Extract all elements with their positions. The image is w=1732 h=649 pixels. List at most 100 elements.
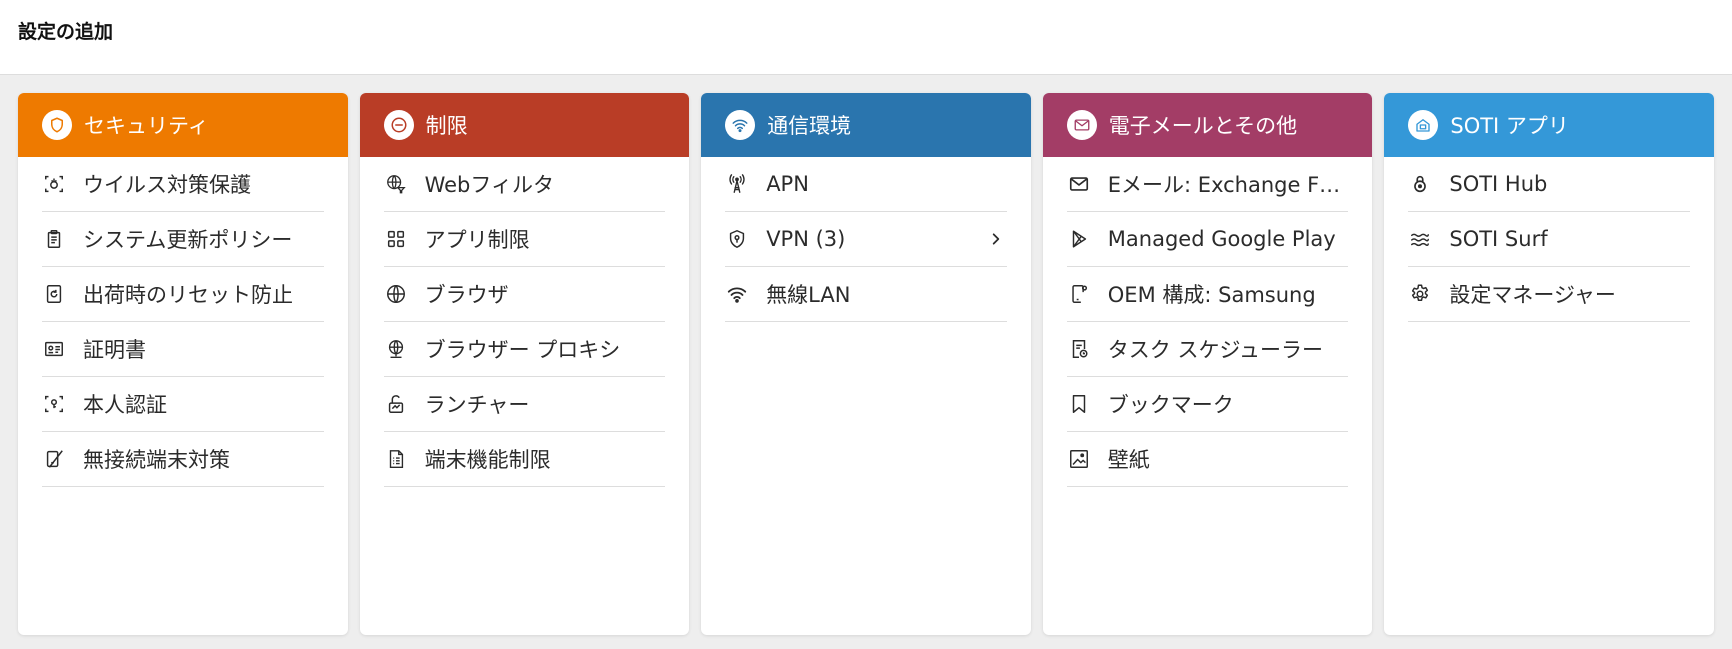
settings-item[interactable]: タスク スケジューラー (1066, 322, 1349, 377)
globe-icon (384, 282, 408, 306)
category-title: セキュリティ (84, 114, 209, 138)
settings-item-label: ブラウザー プロキシ (424, 338, 621, 362)
settings-item[interactable]: SOTI Surf (1408, 212, 1690, 267)
launcher-icon (384, 392, 408, 416)
bookmark-icon (1067, 392, 1091, 416)
category-header: 制限 (359, 93, 690, 157)
settings-list: SOTI Hub SOTI Surf 設定マネージャー (1384, 157, 1714, 322)
settings-list: APN VPN (3) 無線LAN (701, 157, 1031, 322)
minus-circle-icon (383, 110, 414, 140)
settings-item-label: VPN (3) (766, 227, 846, 251)
settings-item-label: OEM 構成: Samsung (1107, 283, 1316, 307)
settings-item[interactable]: 設定マネージャー (1408, 267, 1690, 322)
settings-item-label: システム更新ポリシー (83, 228, 293, 252)
settings-item[interactable]: ブラウザ (383, 267, 666, 322)
settings-item[interactable]: SOTI Hub (1408, 157, 1690, 212)
app-grid-icon (384, 227, 408, 251)
settings-item[interactable]: Managed Google Play (1066, 212, 1349, 267)
settings-item-label: ブックマーク (1107, 393, 1234, 417)
soti-hub-icon (1408, 172, 1432, 196)
category-title: SOTI アプリ (1450, 114, 1569, 138)
settings-item[interactable]: 無接続端末対策 (42, 432, 324, 487)
settings-item[interactable]: アプリ制限 (383, 212, 666, 267)
soti-app-icon (1408, 110, 1439, 140)
virus-scan-icon (42, 172, 66, 196)
settings-item-label: Webフィルタ (424, 173, 554, 197)
soti-surf-icon (1408, 227, 1432, 251)
settings-item[interactable]: APN (725, 157, 1007, 212)
settings-item-label: SOTI Surf (1449, 227, 1548, 251)
settings-item-label: ランチャー (424, 393, 530, 417)
antenna-icon (725, 172, 749, 196)
settings-item-label: 出荷時のリセット防止 (83, 283, 293, 307)
settings-item-label: 証明書 (83, 338, 146, 362)
category-title: 通信環境 (767, 114, 852, 138)
page-header: 設定の追加 (0, 0, 1732, 75)
settings-item[interactable]: VPN (3) (725, 212, 1007, 267)
settings-item[interactable]: ランチャー (383, 377, 666, 432)
settings-list: Webフィルタ アプリ制限ブラウザブラウザー プロキシ ランチャー端末機能制限 (360, 157, 690, 487)
category-title: 制限 (425, 114, 468, 138)
settings-item-label: SOTI Hub (1449, 172, 1548, 196)
settings-item[interactable]: 出荷時のリセット防止 (42, 267, 324, 322)
settings-item[interactable]: 壁紙 (1066, 432, 1349, 487)
category-card: SOTI アプリ SOTI Hub SOTI Surf 設定マネージャー (1384, 93, 1714, 635)
settings-item[interactable]: ブラウザー プロキシ (383, 322, 666, 377)
vpn-shield-icon (725, 227, 749, 251)
settings-item-label: 無接続端末対策 (83, 448, 230, 472)
settings-item[interactable]: ブックマーク (1066, 377, 1349, 432)
settings-item[interactable]: 端末機能制限 (383, 432, 666, 487)
mail-icon (1066, 110, 1097, 140)
clipboard-icon (42, 227, 66, 251)
category-header: 通信環境 (701, 93, 1031, 157)
settings-item-label: APN (766, 172, 809, 196)
category-title: 電子メールとその他 (1108, 114, 1298, 138)
settings-item[interactable]: 無線LAN (725, 267, 1007, 322)
category-card: セキュリティウイルス対策保護システム更新ポリシー 出荷時のリセット防止 証明書本人認… (18, 93, 348, 635)
settings-item[interactable]: OEM 構成: Samsung (1066, 267, 1349, 322)
wifi-icon (725, 282, 749, 306)
settings-item[interactable]: ウイルス対策保護 (42, 157, 324, 212)
category-header: セキュリティ (18, 93, 348, 157)
settings-item[interactable]: システム更新ポリシー (42, 212, 324, 267)
oem-device-icon (1067, 282, 1091, 306)
mail-icon (1067, 172, 1091, 196)
web-filter-icon (384, 172, 408, 196)
identity-scan-icon (42, 392, 66, 416)
shield-icon (42, 110, 72, 140)
settings-item-label: 端末機能制限 (424, 448, 551, 472)
settings-item-label: Managed Google Play (1107, 227, 1336, 251)
settings-item[interactable]: 本人認証 (42, 377, 324, 432)
settings-item-label: タスク スケジューラー (1107, 338, 1323, 362)
disconnected-device-icon (42, 447, 66, 471)
category-card: 電子メールとその他 Eメール: Exchange F… Managed Google… (1042, 93, 1373, 635)
settings-item[interactable]: 証明書 (42, 322, 324, 377)
settings-item[interactable]: Eメール: Exchange F… (1066, 157, 1349, 212)
category-columns: セキュリティウイルス対策保護システム更新ポリシー 出荷時のリセット防止 証明書本人認… (0, 75, 1732, 635)
image-icon (1067, 447, 1091, 471)
wifi-icon (725, 110, 756, 140)
play-icon (1067, 227, 1091, 251)
category-card: 制限 Webフィルタ アプリ制限ブラウザブラウザー プロキシ ランチャー端末機能制限 (359, 93, 690, 635)
page-title: 設定の追加 (18, 20, 114, 43)
proxy-globe-icon (384, 337, 408, 361)
settings-item-label: アプリ制限 (424, 228, 530, 252)
task-scheduler-icon (1067, 337, 1091, 361)
settings-list: Eメール: Exchange F… Managed Google Play OEM … (1043, 157, 1373, 487)
category-card: 通信環境 APN VPN (3) 無線LAN (701, 93, 1031, 635)
settings-item-label: 設定マネージャー (1449, 283, 1616, 307)
feature-list-icon (384, 447, 408, 471)
certificate-icon (42, 337, 66, 361)
settings-item-label: 壁紙 (1107, 448, 1150, 472)
settings-list: ウイルス対策保護システム更新ポリシー 出荷時のリセット防止 証明書本人認証無接続端末… (18, 157, 348, 487)
settings-item-label: ウイルス対策保護 (83, 173, 251, 197)
category-header: SOTI アプリ (1384, 93, 1714, 157)
gear-icon (1408, 282, 1432, 306)
factory-reset-icon (42, 282, 66, 306)
settings-item-label: ブラウザ (424, 283, 509, 307)
settings-item-label: 本人認証 (83, 393, 167, 417)
settings-item-label: 無線LAN (766, 283, 851, 307)
category-header: 電子メールとその他 (1042, 93, 1373, 157)
chevron-right-icon[interactable] (989, 227, 1003, 251)
settings-item[interactable]: Webフィルタ (383, 157, 666, 212)
